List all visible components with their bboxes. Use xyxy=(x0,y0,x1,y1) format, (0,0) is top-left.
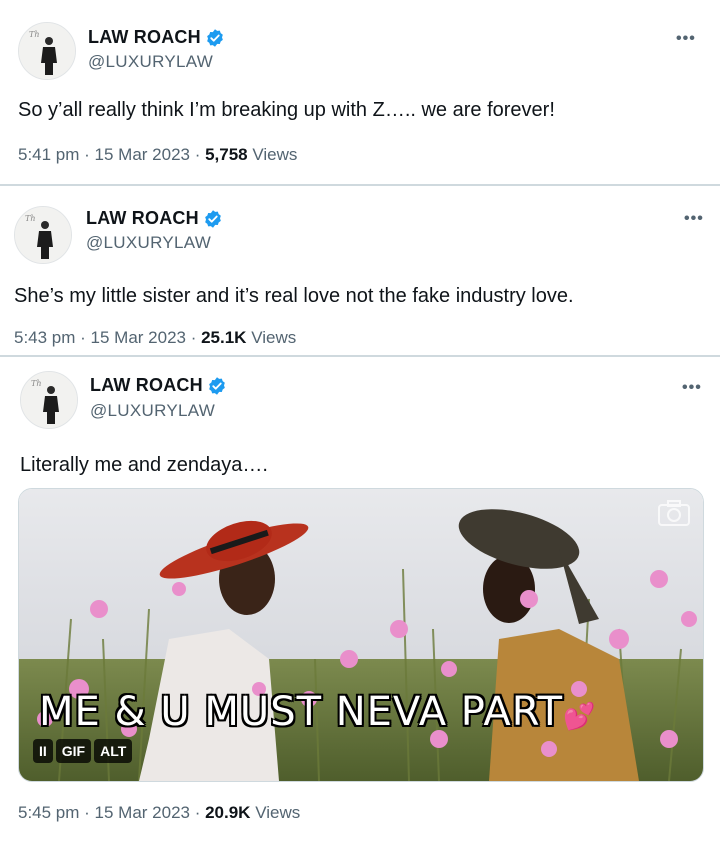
svg-text:Th: Th xyxy=(29,30,40,39)
views-label: Views xyxy=(250,803,301,822)
tweet-meta: 5:43 pm · 15 Mar 2023 · 25.1K Views xyxy=(14,328,296,348)
tweet-meta: 5:45 pm · 15 Mar 2023 · 20.9K Views xyxy=(18,803,300,823)
views-label: Views xyxy=(247,145,298,164)
svg-text:Th: Th xyxy=(31,379,42,388)
verified-badge-icon xyxy=(206,28,223,47)
gif-scene-image xyxy=(19,489,703,781)
tweet-text: So y’all really think I’m breaking up wi… xyxy=(18,99,555,121)
gif-media[interactable]: ME & U MUST NEVA PART💕 II GIF ALT xyxy=(18,488,704,782)
svg-text:Th: Th xyxy=(25,214,36,223)
avatar[interactable]: Th xyxy=(20,371,78,429)
gif-badge: GIF xyxy=(55,739,92,763)
pink-hearts-icon: 💕 xyxy=(563,702,597,732)
avatar[interactable]: Th xyxy=(14,206,72,264)
verified-badge-icon xyxy=(204,209,221,228)
more-options-icon[interactable]: ••• xyxy=(682,379,702,397)
author-name[interactable]: LAW ROACH xyxy=(88,27,201,48)
timestamp[interactable]: 5:43 pm · 15 Mar 2023 · xyxy=(14,328,201,347)
timestamp[interactable]: 5:41 pm · 15 Mar 2023 · xyxy=(18,145,205,164)
gif-caption: ME & U MUST NEVA PART💕 xyxy=(39,689,597,735)
tweet-1[interactable]: Th LAW ROACH @LUXURYLAW ••• So y’all rea… xyxy=(0,0,720,184)
author-name[interactable]: LAW ROACH xyxy=(90,375,203,396)
view-count: 25.1K xyxy=(201,328,247,347)
views-label: Views xyxy=(246,328,297,347)
view-count: 20.9K xyxy=(205,803,251,822)
avatar[interactable]: Th xyxy=(18,22,76,80)
author-name[interactable]: LAW ROACH xyxy=(86,208,199,229)
more-options-icon[interactable]: ••• xyxy=(684,210,704,228)
author-handle[interactable]: @LUXURYLAW xyxy=(86,233,211,253)
author-handle[interactable]: @LUXURYLAW xyxy=(90,401,215,421)
timestamp[interactable]: 5:45 pm · 15 Mar 2023 · xyxy=(18,803,205,822)
more-options-icon[interactable]: ••• xyxy=(676,30,696,48)
tweet-text: Literally me and zendaya…. xyxy=(20,454,268,476)
view-count: 5,758 xyxy=(205,145,248,164)
tweet-meta: 5:41 pm · 15 Mar 2023 · 5,758 Views xyxy=(18,145,297,165)
tweet-text: She’s my little sister and it’s real lov… xyxy=(14,285,574,307)
verified-badge-icon xyxy=(208,376,225,395)
pause-button[interactable]: II xyxy=(33,739,53,763)
alt-text-button[interactable]: ALT xyxy=(94,739,133,763)
author-handle[interactable]: @LUXURYLAW xyxy=(88,52,213,72)
tweet-2[interactable]: Th LAW ROACH @LUXURYLAW ••• She’s my lit… xyxy=(0,186,720,356)
